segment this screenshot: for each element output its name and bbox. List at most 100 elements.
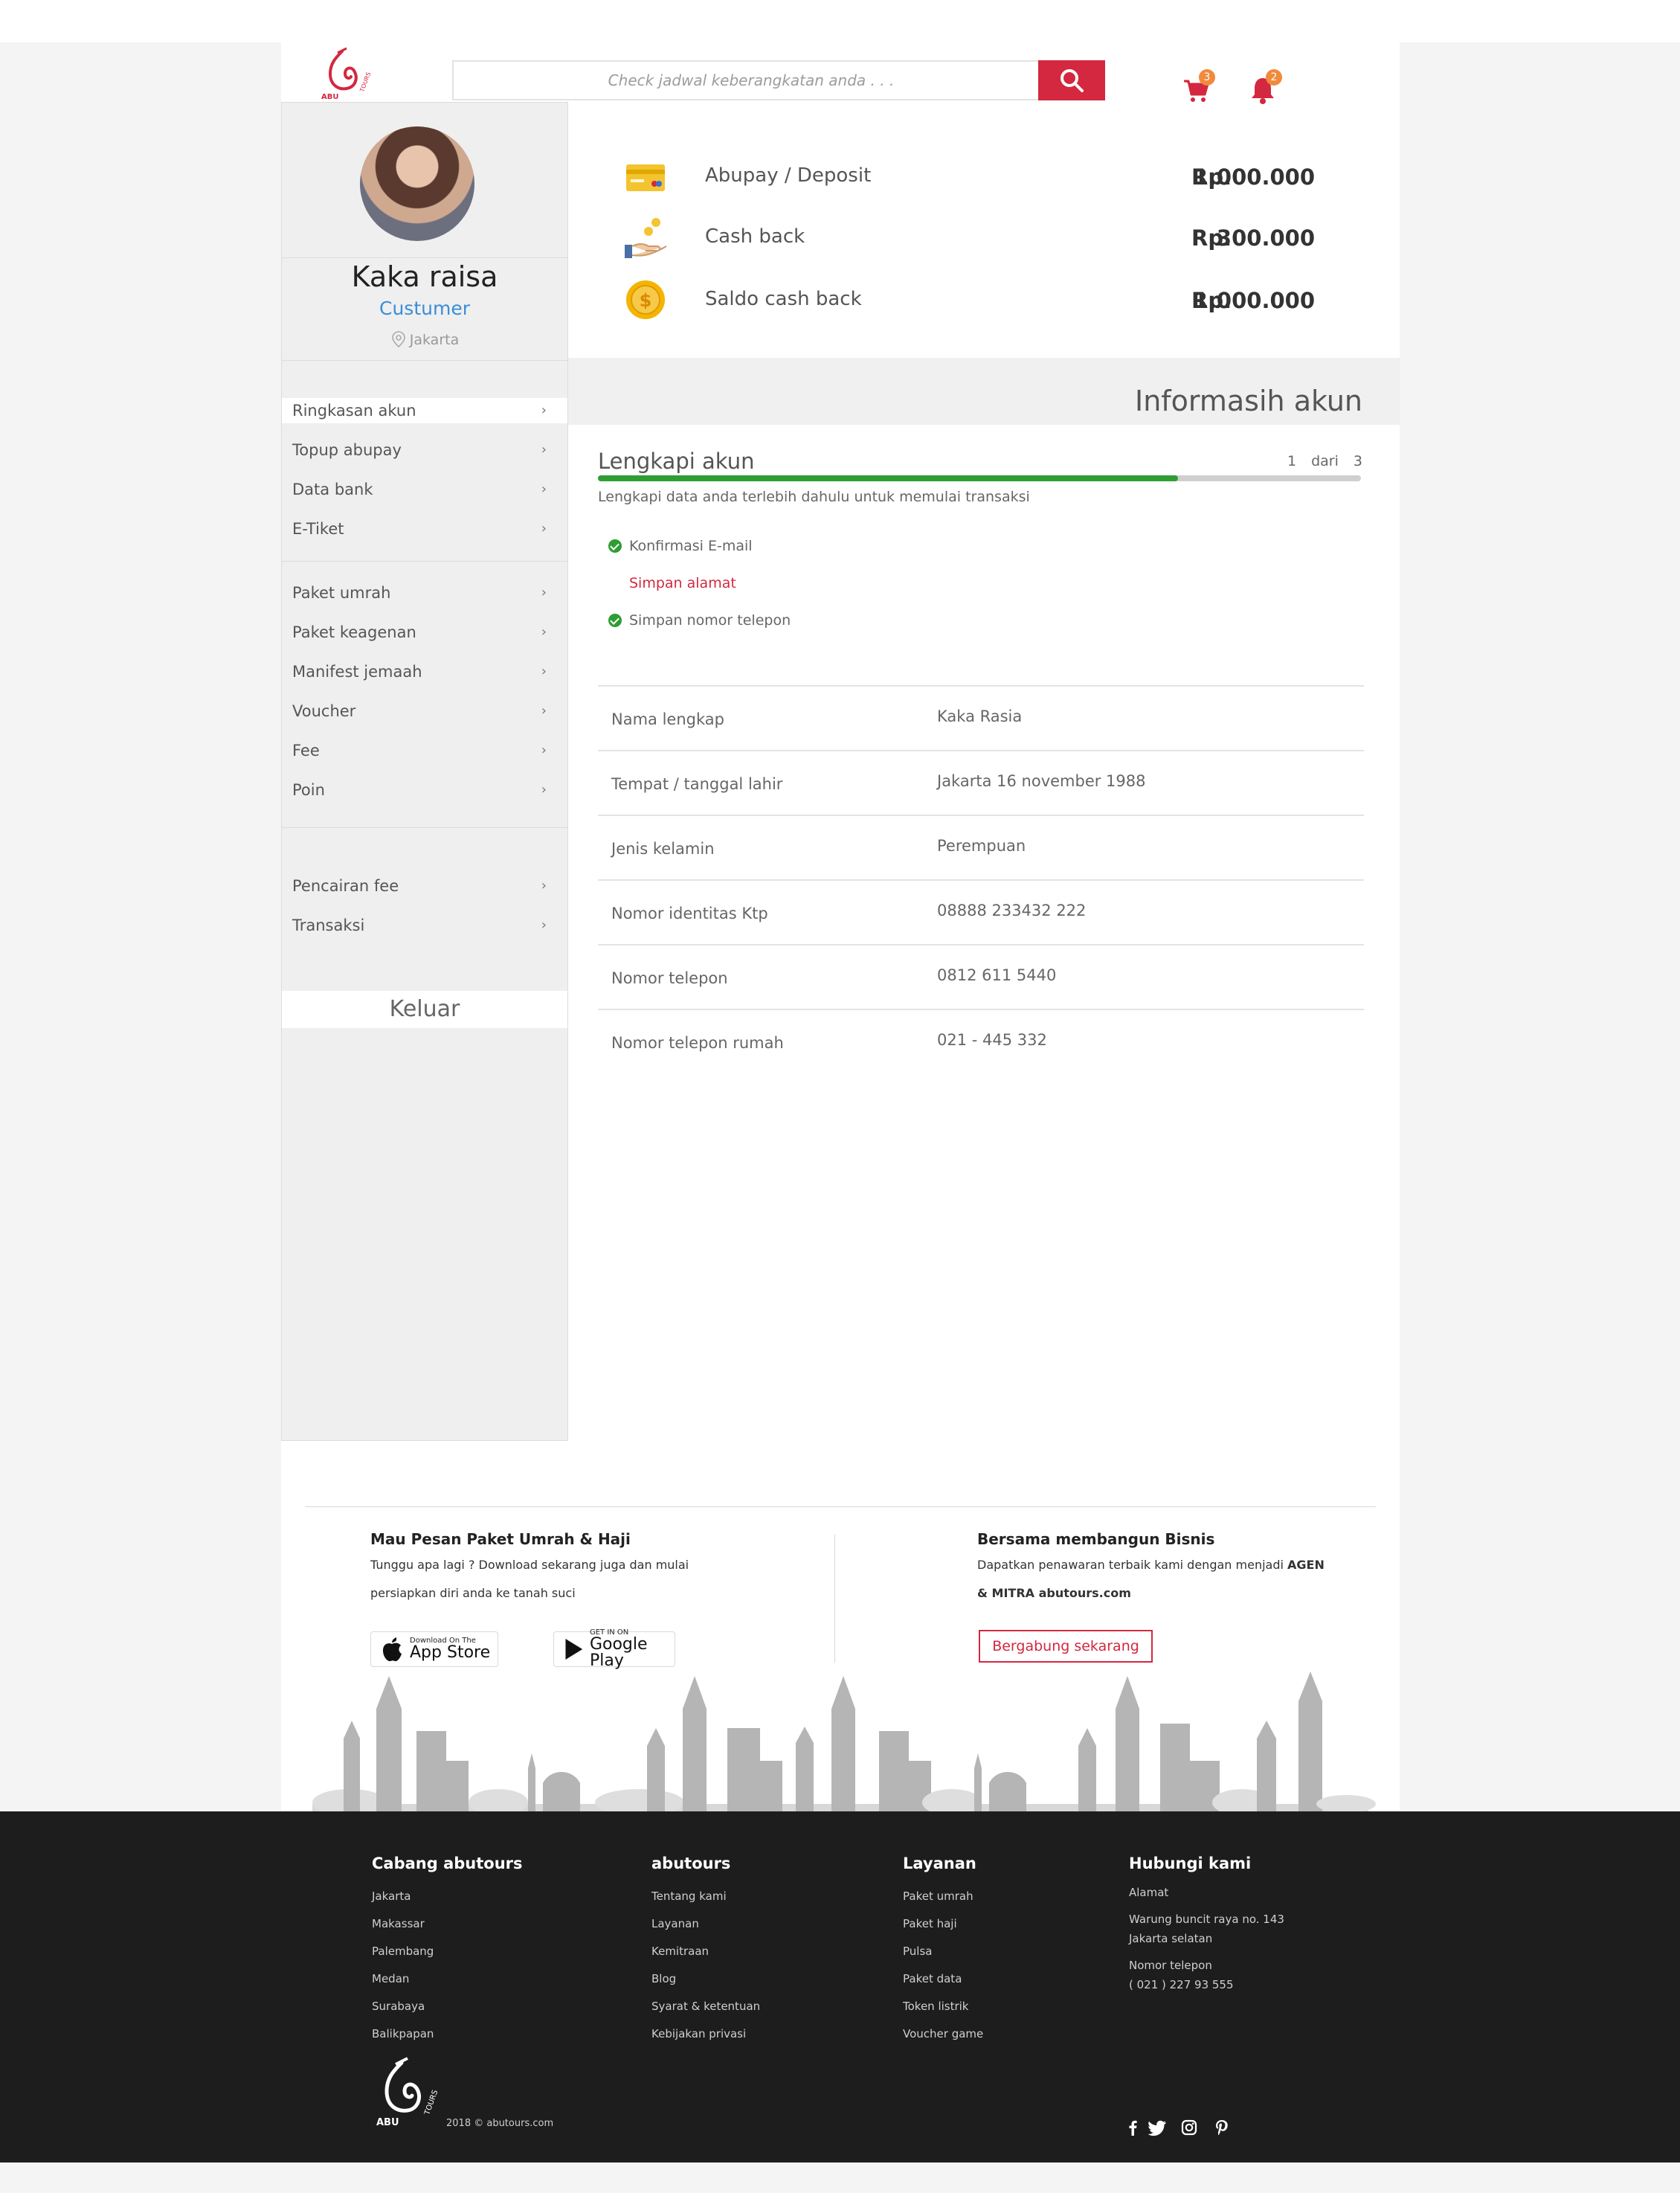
- footer-link[interactable]: Syarat & ketentuan: [651, 1993, 760, 2020]
- pinterest-icon[interactable]: [1212, 2118, 1232, 2137]
- coin-icon: $: [626, 280, 665, 319]
- balance-amount: 300.000: [1216, 225, 1315, 251]
- contact-address-line: Jakarta selatan: [1129, 1932, 1213, 1945]
- footer-link[interactable]: Palembang: [372, 1938, 523, 1965]
- footer-link[interactable]: Kemitraan: [651, 1938, 760, 1965]
- footer-link[interactable]: Jakarta: [372, 1883, 523, 1910]
- sidebar-item-paket-keagenan[interactable]: Paket keagenan ›: [282, 620, 567, 645]
- table-row: Nama lengkap Kaka Rasia: [598, 685, 1364, 750]
- sidebar-item-ringkasan-akun[interactable]: Ringkasan akun ›: [282, 398, 567, 423]
- sidebar-item-data-bank[interactable]: Data bank ›: [282, 477, 567, 502]
- account-info-header: Informasih akun: [568, 358, 1400, 425]
- avatar[interactable]: [360, 126, 474, 241]
- footer-link[interactable]: Balikpapan: [372, 2020, 523, 2048]
- search-button[interactable]: [1038, 60, 1105, 100]
- footer-link[interactable]: Pulsa: [903, 1938, 983, 1965]
- check-circle-icon: [608, 614, 622, 627]
- footer-link[interactable]: Paket data: [903, 1965, 983, 1993]
- sidebar-item-e-tiket[interactable]: E-Tiket ›: [282, 516, 567, 542]
- app-promo-text: persiapkan diri anda ke tanah suci: [370, 1586, 576, 1600]
- footer-column-abutours: abutours Tentang kami Layanan Kemitraan …: [651, 1855, 760, 2048]
- twitter-icon[interactable]: [1148, 2118, 1168, 2137]
- divider: [282, 827, 567, 828]
- svg-text:$: $: [640, 290, 652, 311]
- sidebar-item-voucher[interactable]: Voucher ›: [282, 699, 567, 724]
- footer-link[interactable]: Tentang kami: [651, 1883, 760, 1910]
- contact-phone[interactable]: ( 021 ) 227 93 555: [1129, 1975, 1284, 1994]
- footer-link[interactable]: Blog: [651, 1965, 760, 1993]
- table-row: Jenis kelamin Perempuan: [598, 815, 1364, 879]
- page-container: ABU TOURS 3 2 Kaka rais: [281, 42, 1400, 1811]
- sidebar-item-label: Data bank: [292, 481, 373, 498]
- checklist-label: Simpan nomor telepon: [629, 612, 791, 629]
- profile-card: Kaka raisa Custumer Jakarta: [282, 103, 567, 360]
- chevron-right-icon: ›: [541, 917, 547, 933]
- sidebar-item-label: Manifest jemaah: [292, 663, 422, 681]
- sidebar-item-topup-abupay[interactable]: Topup abupay ›: [282, 437, 567, 463]
- cart-count-badge: 3: [1199, 69, 1215, 86]
- sidebar-item-pencairan-fee[interactable]: Pencairan fee ›: [282, 873, 567, 899]
- footer-link[interactable]: Paket umrah: [903, 1883, 983, 1910]
- sidebar-item-label: Paket umrah: [292, 584, 391, 602]
- logout-button[interactable]: Keluar: [282, 991, 567, 1028]
- table-row: Tempat / tanggal lahir Jakarta 16 novembe…: [598, 750, 1364, 815]
- footer-link[interactable]: Kebijakan privasi: [651, 2020, 760, 2048]
- profile-name: Kaka raisa: [351, 260, 498, 293]
- sidebar-item-fee[interactable]: Fee ›: [282, 738, 567, 763]
- chevron-right-icon: ›: [541, 624, 547, 640]
- profile-location-text: Jakarta: [409, 332, 460, 348]
- progress-title: Lengkapi akun: [598, 449, 755, 474]
- contact-address-line: Warung buncit raya no. 143: [1129, 1913, 1284, 1926]
- footer-link[interactable]: Paket haji: [903, 1910, 983, 1938]
- abutours-logo[interactable]: ABU TOURS: [317, 47, 372, 103]
- field-label: Nomor identitas Ktp: [611, 905, 768, 922]
- footer-link[interactable]: Makassar: [372, 1910, 523, 1938]
- checklist-label[interactable]: Simpan alamat: [629, 575, 736, 591]
- svg-text:TOURS: TOURS: [358, 71, 370, 94]
- card-icon: [626, 164, 665, 191]
- footer-link[interactable]: Layanan: [651, 1910, 760, 1938]
- chevron-right-icon: ›: [541, 442, 547, 457]
- account-details-table: Nama lengkap Kaka Rasia Tempat / tanggal …: [598, 685, 1364, 1073]
- field-value: Perempuan: [937, 837, 1026, 855]
- svg-text:ABU: ABU: [376, 2117, 399, 2128]
- footer-link[interactable]: Medan: [372, 1965, 523, 1993]
- balance-row-saldo-cash-back: $ Saldo cash back Rp. 1.000.000: [623, 277, 1397, 322]
- sidebar-item-poin[interactable]: Poin ›: [282, 777, 567, 803]
- progress-description: Lengkapi data anda terlebih dahulu untuk…: [598, 489, 1030, 505]
- instagram-icon[interactable]: [1179, 2118, 1199, 2137]
- sidebar-item-label: Transaksi: [292, 916, 365, 934]
- location-pin-icon: [391, 331, 405, 348]
- balance-label: Cash back: [705, 225, 805, 248]
- field-label: Tempat / tanggal lahir: [611, 775, 783, 793]
- footer-logo[interactable]: ABU TOURS: [369, 2057, 440, 2130]
- cart-button[interactable]: 3: [1181, 69, 1215, 108]
- join-now-button[interactable]: Bergabung sekarang: [979, 1630, 1153, 1663]
- city-skyline-illustration: [312, 1672, 1376, 1811]
- divider: [282, 561, 567, 562]
- chevron-right-icon: ›: [541, 782, 547, 797]
- app-store-button[interactable]: Download On The App Store: [370, 1631, 498, 1667]
- business-promo-text: Dapatkan penawaran terbaik kami dengan m…: [977, 1551, 1325, 1579]
- footer-link[interactable]: Voucher game: [903, 2020, 983, 2048]
- footer-link[interactable]: Surabaya: [372, 1993, 523, 2020]
- footer-column-title: Cabang abutours: [372, 1855, 523, 1872]
- table-row: Nomor telepon rumah 021 - 445 332: [598, 1009, 1364, 1073]
- bottom-strip: [0, 2163, 1680, 2193]
- google-play-button[interactable]: GET IN ON Google Play: [553, 1629, 675, 1669]
- search-input[interactable]: [454, 62, 1049, 99]
- checklist-item-address[interactable]: Simpan alamat: [608, 575, 736, 591]
- chevron-right-icon: ›: [541, 742, 547, 758]
- footer-link[interactable]: Token listrik: [903, 1993, 983, 2020]
- sidebar-item-manifest-jemaah[interactable]: Manifest jemaah ›: [282, 659, 567, 684]
- facebook-icon[interactable]: [1123, 2118, 1142, 2137]
- notification-button[interactable]: 2: [1248, 69, 1282, 108]
- sidebar-item-transaksi[interactable]: Transaksi ›: [282, 913, 567, 938]
- checklist-label: Konfirmasi E-mail: [629, 538, 753, 554]
- chevron-right-icon: ›: [541, 703, 547, 719]
- balance-amount: 1.000.000: [1193, 288, 1315, 313]
- business-promo-title: Bersama membangun Bisnis: [977, 1530, 1215, 1548]
- sidebar-item-paket-umrah[interactable]: Paket umrah ›: [282, 580, 567, 606]
- divider: [282, 257, 567, 258]
- footer-column-title: abutours: [651, 1855, 731, 1872]
